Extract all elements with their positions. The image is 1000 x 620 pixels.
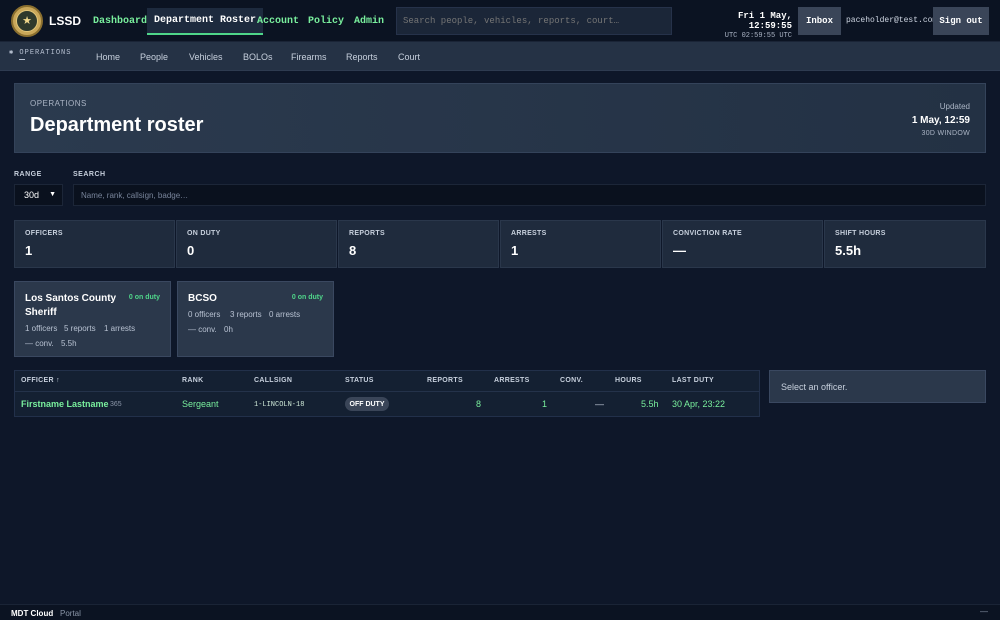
officer-rank: Sergeant bbox=[182, 399, 219, 409]
column-header-arrests[interactable]: ARRESTS bbox=[494, 377, 530, 384]
officer-badge-number: 365 bbox=[110, 401, 122, 408]
stat-value: 1 bbox=[511, 243, 519, 258]
clock-utc: UTC 02:59:55 UTC bbox=[724, 32, 792, 40]
nav-admin[interactable]: Admin bbox=[347, 8, 391, 35]
department-card-lscs[interactable]: Los Santos County Sheriff 0 on duty 1 of… bbox=[14, 281, 171, 357]
stat-label: ON DUTY bbox=[187, 230, 221, 237]
department-officers: 1 officers bbox=[25, 324, 58, 333]
stat-label: CONVICTION RATE bbox=[673, 230, 742, 237]
officer-hours: 5.5h bbox=[641, 399, 659, 409]
subnav-people[interactable]: People bbox=[140, 52, 168, 62]
department-reports: 5 reports bbox=[64, 324, 96, 333]
table-divider bbox=[15, 391, 759, 392]
department-conviction: — conv. bbox=[188, 325, 217, 334]
updated-label: Updated bbox=[939, 102, 970, 111]
subnav-bolos[interactable]: BOLOs bbox=[243, 52, 273, 62]
subnav-court[interactable]: Court bbox=[398, 52, 420, 62]
column-header-status[interactable]: STATUS bbox=[345, 377, 374, 384]
department-conviction: — conv. bbox=[25, 339, 54, 348]
brand-name[interactable]: LSSD bbox=[49, 14, 81, 28]
column-header-hours[interactable]: HOURS bbox=[615, 377, 642, 384]
officer-conviction: — bbox=[595, 399, 604, 409]
officer-name[interactable]: Firstname Lastname bbox=[21, 399, 109, 409]
footer-brand: MDT Cloud bbox=[11, 609, 54, 618]
department-name: BCSO bbox=[188, 293, 217, 304]
nav-department-roster[interactable]: Department Roster bbox=[147, 8, 264, 35]
search-label: SEARCH bbox=[73, 171, 106, 178]
sign-out-button[interactable]: Sign out bbox=[933, 7, 989, 35]
updated-value: 1 May, 12:59 bbox=[911, 115, 970, 126]
status-badge: OFF DUTY bbox=[345, 397, 389, 411]
column-header-officer[interactable]: OFFICER ↑ bbox=[21, 377, 60, 384]
stat-value: 1 bbox=[25, 243, 33, 258]
inbox-button[interactable]: Inbox bbox=[798, 7, 841, 35]
stat-label: SHIFT HOURS bbox=[835, 230, 886, 237]
nav-dashboard[interactable]: Dashboard bbox=[86, 8, 154, 35]
footer-minimize-icon[interactable]: — bbox=[980, 607, 988, 616]
subnav-vehicles[interactable]: Vehicles bbox=[189, 52, 223, 62]
stat-label: REPORTS bbox=[349, 230, 385, 237]
department-on-duty: 0 on duty bbox=[291, 294, 323, 301]
column-header-callsign[interactable]: CALLSIGN bbox=[254, 377, 292, 384]
clock-local: Fri 1 May, 12:59:55 bbox=[737, 11, 792, 31]
footer-portal[interactable]: Portal bbox=[60, 609, 81, 618]
sheriff-badge-icon[interactable]: ★ bbox=[11, 5, 43, 37]
department-officers: 0 officers bbox=[188, 310, 221, 319]
stat-on-duty: ON DUTY 0 bbox=[176, 220, 337, 268]
department-hours: 0h bbox=[224, 325, 233, 334]
officer-reports: 8 bbox=[476, 399, 482, 409]
stat-value: 5.5h bbox=[835, 243, 862, 258]
subnav-reports[interactable]: Reports bbox=[346, 52, 378, 62]
chevron-down-icon: ▼ bbox=[49, 191, 56, 198]
column-header-conviction[interactable]: CONV. bbox=[560, 377, 583, 384]
stat-label: OFFICERS bbox=[25, 230, 63, 237]
stat-label: ARRESTS bbox=[511, 230, 547, 237]
clock: Fri 1 May, 12:59:55 UTC 02:59:55 UTC bbox=[700, 11, 792, 40]
stat-value: 8 bbox=[349, 243, 357, 258]
section-divider bbox=[19, 59, 25, 60]
roster-table bbox=[14, 370, 760, 417]
subnav-home[interactable]: Home bbox=[96, 52, 120, 62]
officer-last-duty: 30 Apr, 23:22 bbox=[672, 399, 726, 409]
stat-officers: OFFICERS 1 bbox=[14, 220, 175, 268]
range-label: RANGE bbox=[14, 171, 42, 178]
officer-arrests: 1 bbox=[542, 399, 548, 409]
roster-search-input[interactable]: Name, rank, callsign, badge… bbox=[73, 184, 986, 206]
officer-callsign: 1-LINCOLN-18 bbox=[254, 401, 305, 409]
page-header-card: OPERATIONS Department roster Updated 1 M… bbox=[14, 83, 986, 153]
section-label-text: OPERATIONS bbox=[19, 49, 72, 57]
department-arrests: 1 arrests bbox=[104, 324, 136, 333]
column-header-rank[interactable]: RANK bbox=[182, 377, 203, 384]
window-label: 30D WINDOW bbox=[921, 130, 970, 137]
global-search-input[interactable] bbox=[396, 7, 672, 35]
stat-shift-hours: SHIFT HOURS 5.5h bbox=[824, 220, 986, 268]
range-select[interactable]: 30d ▼ bbox=[14, 184, 63, 206]
range-value: 30d bbox=[24, 190, 40, 200]
nav-policy[interactable]: Policy bbox=[301, 8, 351, 35]
stat-value: 0 bbox=[187, 243, 195, 258]
section-label: ✱ OPERATIONS bbox=[9, 49, 72, 57]
department-name: Los Santos County Sheriff bbox=[25, 293, 117, 318]
stat-value: — bbox=[673, 243, 686, 258]
department-arrests: 0 arrests bbox=[269, 310, 301, 319]
stat-conviction-rate: CONVICTION RATE — bbox=[662, 220, 823, 268]
department-on-duty: 0 on duty bbox=[128, 294, 160, 301]
page-kicker: OPERATIONS bbox=[30, 99, 87, 108]
column-header-last-duty[interactable]: LAST DUTY bbox=[672, 377, 714, 384]
subnav-firearms[interactable]: Firearms bbox=[291, 52, 327, 62]
nav-account[interactable]: Account bbox=[250, 8, 306, 35]
column-header-reports[interactable]: REPORTS bbox=[427, 377, 463, 384]
stat-arrests: ARRESTS 1 bbox=[500, 220, 661, 268]
page-title: Department roster bbox=[30, 114, 204, 136]
footer: MDT Cloud Portal — bbox=[0, 604, 1000, 620]
department-card-bcso[interactable]: BCSO 0 on duty 0 officers 3 reports 0 ar… bbox=[177, 281, 334, 357]
user-email: paceholder@test.com bbox=[846, 16, 938, 25]
officer-detail-panel: Select an officer. bbox=[769, 370, 986, 403]
stat-reports: REPORTS 8 bbox=[338, 220, 499, 268]
department-reports: 3 reports bbox=[230, 310, 262, 319]
department-hours: 5.5h bbox=[61, 339, 77, 348]
